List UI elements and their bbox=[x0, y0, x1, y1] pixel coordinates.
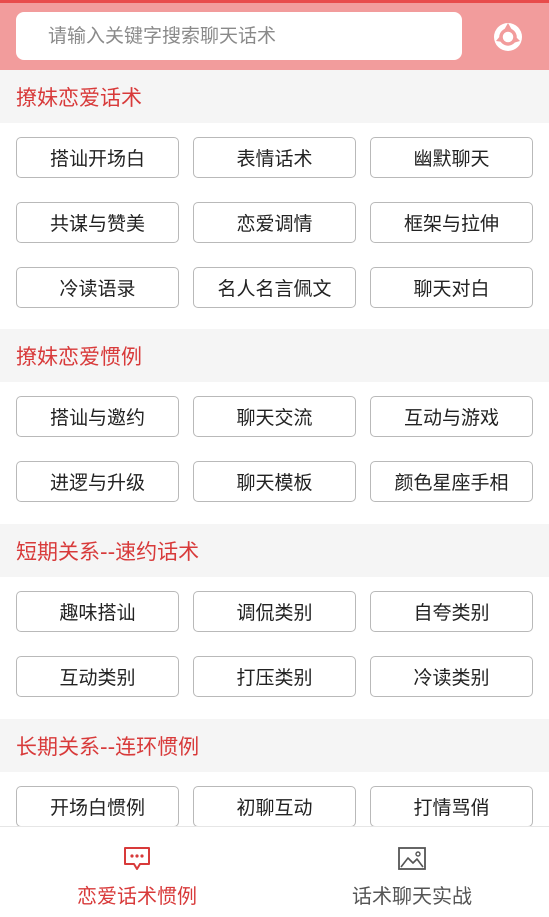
category-button[interactable]: 搭讪与邀约 bbox=[16, 396, 179, 437]
category-button[interactable]: 互动类别 bbox=[16, 656, 179, 697]
category-button[interactable]: 颜色星座手相 bbox=[370, 461, 533, 502]
header-bar bbox=[0, 0, 549, 70]
chat-bubble-icon bbox=[124, 847, 150, 870]
category-button[interactable]: 搭讪开场白 bbox=[16, 137, 179, 178]
category-button[interactable]: 冷读类别 bbox=[370, 656, 533, 697]
category-button[interactable]: 冷读语录 bbox=[16, 267, 179, 308]
category-button[interactable]: 互动与游戏 bbox=[370, 396, 533, 437]
category-button[interactable]: 进逻与升级 bbox=[16, 461, 179, 502]
header-top-line bbox=[0, 0, 549, 3]
category-list[interactable]: 撩妹恋爱话术搭讪开场白 表情话术 幽默聊天共谋与赞美 恋爱调情 框架与拉伸冷读语录 名人名… bbox=[0, 70, 549, 826]
search-input[interactable] bbox=[48, 25, 462, 47]
section-title: 撩妹恋爱话术 bbox=[0, 70, 549, 123]
category-button[interactable]: 聊天模板 bbox=[193, 461, 356, 502]
category-button[interactable]: 幽默聊天 bbox=[370, 137, 533, 178]
category-button[interactable]: 打情骂俏 bbox=[370, 786, 533, 826]
category-button[interactable]: 趣味搭讪 bbox=[16, 591, 179, 632]
category-button[interactable]: 表情话术 bbox=[193, 137, 356, 178]
tab-label: 话术聊天实战 bbox=[352, 884, 472, 908]
search-box[interactable] bbox=[16, 12, 462, 60]
category-button[interactable]: 开场白惯例 bbox=[16, 786, 179, 826]
category-button[interactable]: 聊天交流 bbox=[193, 396, 356, 437]
refresh-icon bbox=[494, 23, 522, 51]
category-button[interactable]: 打压类别 bbox=[193, 656, 356, 697]
refresh-button[interactable] bbox=[490, 19, 526, 55]
category-button[interactable]: 共谋与赞美 bbox=[16, 202, 179, 243]
tab-chat-practice[interactable]: 话术聊天实战 bbox=[275, 827, 549, 917]
category-button[interactable]: 框架与拉伸 bbox=[370, 202, 533, 243]
category-button[interactable]: 自夸类别 bbox=[370, 591, 533, 632]
section-title: 撩妹恋爱惯例 bbox=[0, 329, 549, 382]
section-title: 长期关系--连环惯例 bbox=[0, 719, 549, 772]
bottom-tab-bar: 恋爱话术惯例 话术聊天实战 bbox=[0, 826, 549, 917]
tab-label: 恋爱话术惯例 bbox=[77, 884, 197, 908]
category-button[interactable]: 调侃类别 bbox=[193, 591, 356, 632]
image-icon bbox=[398, 847, 426, 870]
category-button[interactable]: 初聊互动 bbox=[193, 786, 356, 826]
section-title: 短期关系--速约话术 bbox=[0, 524, 549, 577]
category-button[interactable]: 恋爱调情 bbox=[193, 202, 356, 243]
tab-love-talk-routines[interactable]: 恋爱话术惯例 bbox=[0, 827, 274, 917]
category-button[interactable]: 聊天对白 bbox=[370, 267, 533, 308]
category-button[interactable]: 名人名言佩文 bbox=[193, 267, 356, 308]
